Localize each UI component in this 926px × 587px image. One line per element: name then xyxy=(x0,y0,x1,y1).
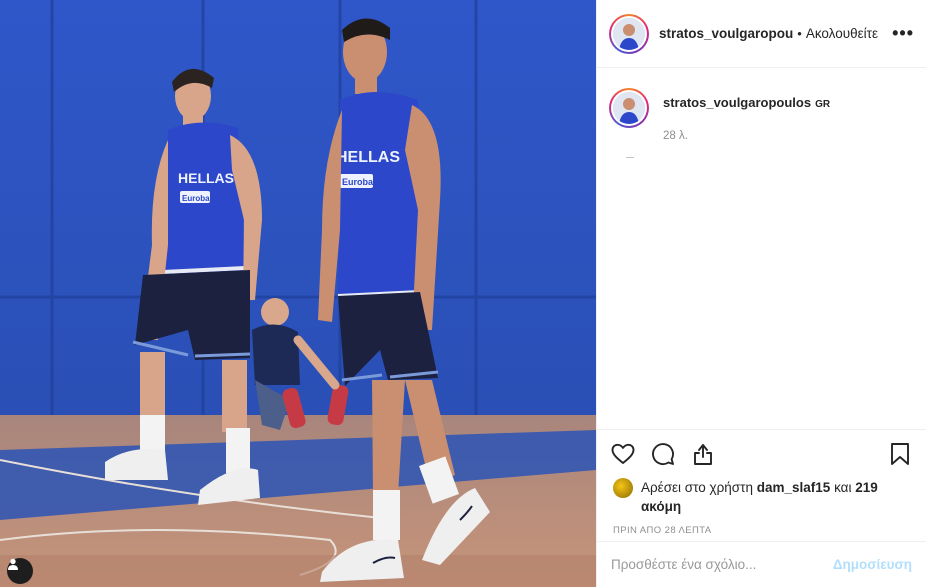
following-button[interactable]: Ακολουθείτε xyxy=(806,26,878,41)
author-avatar[interactable] xyxy=(609,13,649,54)
liker-username[interactable]: dam_slaf15 xyxy=(757,480,831,495)
header-separator: • xyxy=(797,26,802,41)
instagram-post-modal: HELLAS Eurobank HELLAS Eurobank stratos_… xyxy=(0,0,926,587)
svg-text:HELLAS: HELLAS xyxy=(336,149,400,166)
caption-username[interactable]: stratos_voulgaropoulos xyxy=(663,95,811,110)
comment-divider xyxy=(626,157,634,158)
caption-avatar[interactable] xyxy=(609,88,649,128)
post-caption: stratos_voulgaropoulos GR 28 λ. xyxy=(597,68,926,142)
comment-input[interactable] xyxy=(611,557,825,572)
more-options-button[interactable]: ••• xyxy=(892,23,914,44)
action-bar xyxy=(597,430,926,478)
post-timestamp[interactable]: ΠΡΙΝ ΑΠΟ 28 ΛΕΠΤΑ xyxy=(597,516,926,536)
svg-text:Eurobank: Eurobank xyxy=(342,177,385,187)
svg-text:HELLAS: HELLAS xyxy=(178,170,234,186)
bookmark-icon[interactable] xyxy=(888,442,912,466)
likes-summary: Αρέσει στο χρήστη dam_slaf15 και 219 ακό… xyxy=(597,478,926,516)
caption-avatar-image xyxy=(613,92,645,124)
user-tag-button[interactable] xyxy=(7,558,33,584)
basketball-practice-image: HELLAS Eurobank HELLAS Eurobank xyxy=(0,0,596,587)
post-header: stratos_voulgaropou • Ακολουθείτε ••• xyxy=(597,0,926,68)
caption-timestamp[interactable]: 28 λ. xyxy=(663,130,830,142)
publish-button[interactable]: Δημοσίευση xyxy=(833,557,912,572)
likes-text: Αρέσει στο χρήστη dam_slaf15 και 219 ακό… xyxy=(641,478,912,516)
likes-prefix: Αρέσει στο χρήστη xyxy=(641,480,753,495)
post-photo[interactable]: HELLAS Eurobank HELLAS Eurobank xyxy=(0,0,596,587)
author-username[interactable]: stratos_voulgaropou xyxy=(659,26,793,41)
comment-form: Δημοσίευση xyxy=(597,541,926,587)
author-avatar-image xyxy=(613,17,645,50)
comment-icon[interactable] xyxy=(651,442,675,466)
likes-joiner: και xyxy=(834,480,852,495)
user-tag-icon xyxy=(8,558,18,570)
liker-avatar[interactable] xyxy=(613,478,633,498)
share-icon[interactable] xyxy=(691,442,715,466)
caption-text: GR xyxy=(815,99,831,110)
svg-text:Eurobank: Eurobank xyxy=(182,194,219,203)
heart-icon[interactable] xyxy=(611,442,635,466)
post-actions-area: Αρέσει στο χρήστη dam_slaf15 και 219 ακό… xyxy=(597,429,926,536)
